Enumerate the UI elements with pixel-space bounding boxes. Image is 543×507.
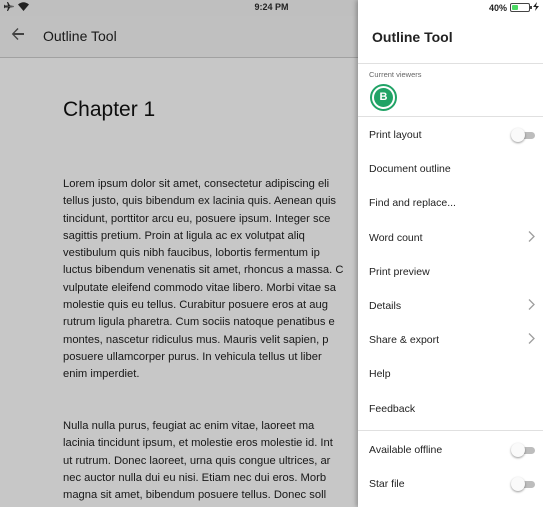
menu-item-label: Word count: [369, 232, 423, 244]
toggle-knob: [511, 128, 525, 142]
divider: [358, 63, 543, 64]
menu-item-label: Feedback: [369, 403, 416, 415]
toggle-knob: [511, 477, 525, 491]
menu-item-label: Details: [369, 300, 402, 312]
chevron-right-icon: [528, 299, 535, 313]
menu-item-label: Star file: [369, 478, 405, 490]
menu-item-label: Document outline: [369, 163, 451, 175]
viewer-avatar[interactable]: B: [370, 84, 397, 111]
menu-item-find-and-replace[interactable]: Find and replace...: [358, 186, 543, 220]
toggle-switch[interactable]: [511, 128, 535, 142]
menu-item-label: Share & export: [369, 334, 440, 346]
menu-item-label: Available offline: [369, 444, 443, 456]
chevron-right-icon: [528, 333, 535, 347]
menu-item-word-count[interactable]: Word count: [358, 221, 543, 255]
status-right: 40%: [489, 2, 539, 13]
current-viewers-label: Current viewers: [369, 70, 422, 79]
battery-icon: [510, 3, 532, 12]
menu-item-print-layout[interactable]: Print layout: [358, 118, 543, 152]
menu-item-details[interactable]: Details: [358, 289, 543, 323]
battery-percent: 40%: [488, 2, 507, 13]
toggle-switch[interactable]: [511, 443, 535, 457]
divider: [358, 430, 543, 431]
menu-item-help[interactable]: Help: [358, 357, 543, 391]
drawer-title: Outline Tool: [372, 29, 453, 45]
menu-item-label: Print preview: [369, 266, 430, 278]
charging-icon: [533, 2, 539, 13]
avatar-initial: B: [374, 88, 393, 107]
menu-item-available-offline[interactable]: Available offline: [358, 433, 543, 467]
side-drawer: Outline Tool Current viewers B Print lay…: [358, 0, 543, 507]
menu-item-feedback[interactable]: Feedback: [358, 392, 543, 426]
menu-item-share-export[interactable]: Share & export: [358, 323, 543, 357]
menu-item-label: Find and replace...: [369, 197, 456, 209]
chevron-right-icon: [528, 231, 535, 245]
divider: [358, 116, 543, 117]
menu-item-star-file[interactable]: Star file: [358, 467, 543, 501]
menu-item-print-preview[interactable]: Print preview: [358, 255, 543, 289]
menu-item-label: Print layout: [369, 129, 422, 141]
menu-item-label: Help: [369, 368, 391, 380]
status-bar: 9:24 PM 40%: [0, 0, 543, 16]
menu-item-document-outline[interactable]: Document outline: [358, 152, 543, 186]
toggle-switch[interactable]: [511, 477, 535, 491]
toggle-knob: [511, 443, 525, 457]
battery-fill: [512, 5, 519, 10]
status-time: 9:24 PM: [254, 2, 289, 12]
drawer-scrim[interactable]: [0, 0, 358, 507]
